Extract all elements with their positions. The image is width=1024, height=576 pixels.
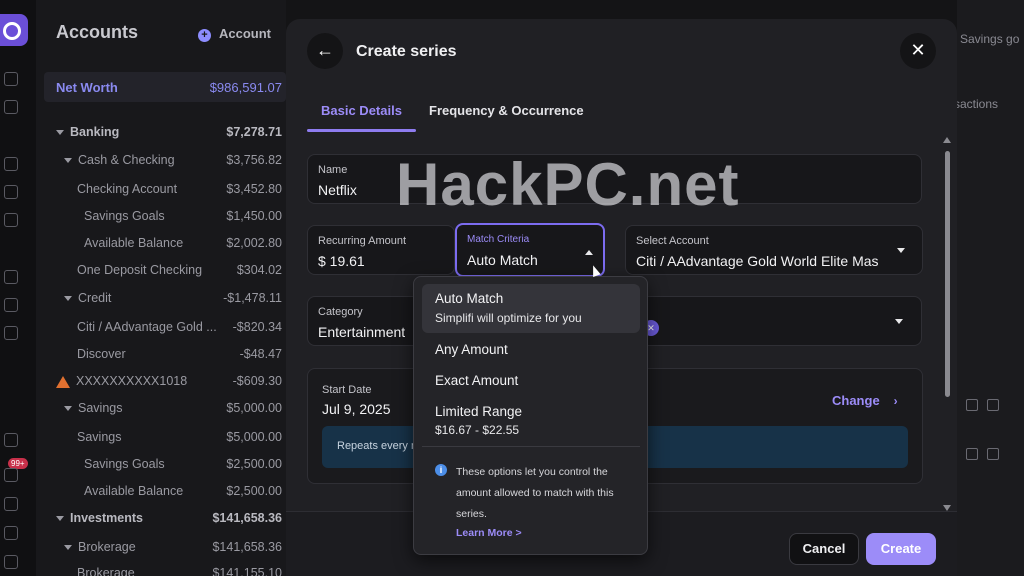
account-group-banking[interactable]: Banking $7,278.71 <box>36 122 286 142</box>
collapse-icon <box>64 545 72 551</box>
reports-icon[interactable] <box>4 270 18 284</box>
collapse-icon <box>64 296 72 302</box>
transactions-icon[interactable] <box>4 157 18 171</box>
account-group-cash-checking[interactable]: Cash & Checking $3,756.82 <box>36 150 286 170</box>
account-row[interactable]: Savings Goals $1,450.00 <box>36 206 286 226</box>
split-icon[interactable] <box>966 399 978 411</box>
start-date-label: Start Date <box>322 384 372 396</box>
match-criteria-label: Match Criteria <box>467 234 530 245</box>
start-date-value: Jul 9, 2025 <box>322 401 391 417</box>
match-criteria-dropdown: Auto Match Simplifi will optimize for yo… <box>413 276 648 555</box>
modal-tabs: Basic Details Frequency & Occurrence <box>307 91 927 133</box>
account-group-savings[interactable]: Savings $5,000.00 <box>36 398 286 418</box>
name-label: Name <box>318 164 348 176</box>
hide-icon[interactable] <box>987 399 999 411</box>
account-row[interactable]: Savings Goals $2,500.00 <box>36 454 286 474</box>
category-label: Category <box>318 306 363 318</box>
net-worth-label: Net Worth <box>56 80 118 95</box>
tab-basic-details[interactable]: Basic Details <box>321 103 402 118</box>
calendar-icon[interactable] <box>4 213 18 227</box>
match-criteria-select[interactable]: Match Criteria Auto Match <box>455 223 605 277</box>
select-account-value: Citi / AAdvantage Gold World Elite Mas <box>636 253 879 269</box>
select-account-label: Select Account <box>636 235 709 247</box>
back-button[interactable]: ← <box>307 33 343 69</box>
active-tab-indicator <box>307 129 416 132</box>
learn-more-link[interactable]: Learn More > <box>456 527 522 539</box>
accounts-icon[interactable] <box>4 100 18 114</box>
repeats-text: Repeats every n <box>337 440 418 452</box>
collapse-icon <box>64 158 72 164</box>
cancel-button[interactable]: Cancel <box>789 533 859 565</box>
savings-goals-tab[interactable]: Savings go <box>960 32 1019 46</box>
scroll-up-icon[interactable] <box>943 137 951 143</box>
investments-icon[interactable] <box>4 326 18 340</box>
name-value: Netflix <box>318 182 357 198</box>
transactions-heading: sactions <box>954 97 999 111</box>
chevron-right-icon: › <box>893 394 898 408</box>
background-panel: Savings go sactions <box>954 0 1024 576</box>
close-button[interactable]: ✕ <box>900 33 936 69</box>
arrow-left-icon: ← <box>316 40 334 60</box>
plus-icon: + <box>198 29 211 42</box>
account-row[interactable]: Savings $5,000.00 <box>36 427 286 447</box>
net-worth-row[interactable]: Net Worth $986,591.07 <box>44 72 286 102</box>
chevron-down-icon <box>897 248 905 253</box>
account-row[interactable]: Checking Account $3,452.80 <box>36 179 286 199</box>
collapse-icon <box>64 406 72 412</box>
account-row[interactable]: Available Balance $2,002.80 <box>36 233 286 253</box>
net-worth-value: $986,591.07 <box>209 80 282 95</box>
create-button[interactable]: Create <box>866 533 936 565</box>
select-account-field[interactable]: Select Account Citi / AAdvantage Gold Wo… <box>625 225 923 275</box>
account-group-investments[interactable]: Investments $141,658.36 <box>36 508 286 528</box>
recurring-amount-value: $ 19.61 <box>318 253 365 269</box>
add-account-button[interactable]: + Account <box>198 26 271 42</box>
account-row[interactable]: Discover -$48.47 <box>36 344 286 364</box>
category-value: Entertainment <box>318 324 406 340</box>
collapse-icon <box>56 516 64 522</box>
watermark: HackPC.net <box>396 151 740 218</box>
match-criteria-value: Auto Match <box>467 252 538 268</box>
tab-frequency-occurrence[interactable]: Frequency & Occurrence <box>429 103 584 118</box>
profile-icon[interactable] <box>4 555 18 569</box>
modal-title: Create series <box>356 43 457 60</box>
spending-plan-icon[interactable] <box>4 185 18 199</box>
account-group-credit[interactable]: Credit -$1,478.11 <box>36 288 286 308</box>
option-any-amount[interactable]: Any Amount <box>422 337 640 367</box>
warning-icon <box>56 375 70 388</box>
change-date-link[interactable]: Change › <box>832 393 898 408</box>
app-logo[interactable] <box>0 14 28 46</box>
chevron-up-icon <box>585 250 593 255</box>
accounts-title: Accounts <box>56 22 139 42</box>
hide-icon[interactable] <box>987 448 999 460</box>
settings-icon[interactable] <box>4 526 18 540</box>
account-row[interactable]: Brokerage $141,155.10 <box>36 563 286 576</box>
close-icon: ✕ <box>910 40 926 60</box>
notifications-icon[interactable] <box>4 468 18 482</box>
dashboard-icon[interactable] <box>4 72 18 86</box>
option-exact-amount[interactable]: Exact Amount <box>422 368 640 398</box>
modal-scrollbar[interactable] <box>942 137 952 511</box>
account-row[interactable]: One Deposit Checking $304.02 <box>36 260 286 280</box>
account-row[interactable]: Citi / AAdvantage Gold ... -$820.34 <box>36 317 286 337</box>
accounts-sidebar: Accounts + Account Net Worth $986,591.07 … <box>36 0 286 576</box>
collapse-icon <box>56 130 64 136</box>
split-icon[interactable] <box>966 448 978 460</box>
app-rail: 99+ <box>0 0 36 576</box>
help-icon[interactable] <box>4 497 18 511</box>
match-criteria-info-text: These options let you control the amount… <box>456 466 614 520</box>
account-row[interactable]: XXXXXXXXXX1018 -$609.30 <box>36 371 286 391</box>
dropdown-divider <box>422 446 640 447</box>
search-icon[interactable] <box>4 298 18 312</box>
recurring-amount-label: Recurring Amount <box>318 235 407 247</box>
account-row[interactable]: Available Balance $2,500.00 <box>36 481 286 501</box>
chevron-down-icon <box>895 319 903 324</box>
info-icon: i <box>435 464 447 476</box>
option-auto-match[interactable]: Auto Match Simplifi will optimize for yo… <box>422 284 640 333</box>
sync-icon[interactable] <box>4 433 18 447</box>
option-limited-range[interactable]: Limited Range $16.67 - $22.55 <box>422 399 640 443</box>
scrollbar-thumb[interactable] <box>945 151 950 397</box>
recurring-amount-field[interactable]: Recurring Amount $ 19.61 <box>307 225 455 275</box>
account-group-brokerage[interactable]: Brokerage $141,658.36 <box>36 537 286 557</box>
